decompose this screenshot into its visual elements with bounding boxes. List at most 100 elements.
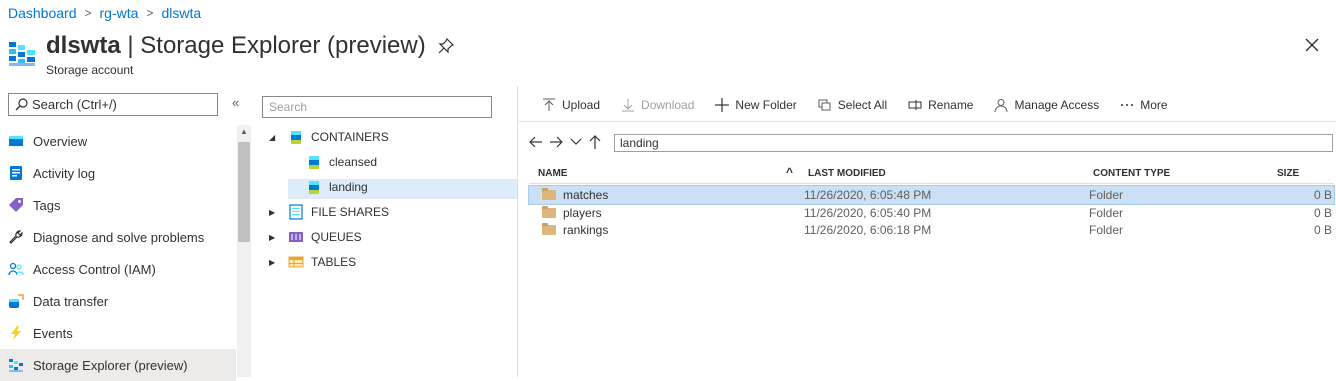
tree-node-label: landing [329, 180, 368, 194]
folder-icon [542, 223, 556, 235]
column-header-last-modified[interactable]: LAST MODIFIED [808, 168, 886, 179]
cell-name: rankings [563, 223, 609, 237]
nav-item-label: Access Control (IAM) [33, 261, 156, 277]
collapse-nav-button[interactable]: « [232, 95, 239, 110]
column-header-content-type[interactable]: CONTENT TYPE [1093, 168, 1170, 179]
queues-icon [289, 232, 303, 242]
blade-title: Storage Explorer (preview) [140, 32, 426, 59]
table-row[interactable]: players 11/26/2020, 6:05:40 PM Folder 0 … [529, 204, 1334, 222]
storage-account-icon [9, 42, 35, 66]
nav-item-label: Data transfer [33, 293, 109, 309]
more-button[interactable]: More [1120, 98, 1168, 112]
cell-type: Folder [1089, 188, 1124, 202]
column-header-name[interactable]: NAME [538, 168, 567, 179]
nav-item-events[interactable]: Events [0, 317, 236, 349]
container-icon [309, 156, 319, 169]
breadcrumb-separator: > [146, 6, 154, 20]
tree-node-queues[interactable]: ▶ QUEUES [269, 226, 362, 248]
expanded-arrow-icon[interactable]: ◢ [269, 133, 279, 142]
upload-icon [543, 98, 555, 111]
resource-name: dlswta [46, 32, 121, 59]
ellipsis-icon [1121, 104, 1134, 106]
manage-access-button[interactable]: Manage Access [994, 98, 1099, 112]
tree-node-tables[interactable]: ▶ TABLES [269, 251, 356, 273]
pin-icon[interactable] [438, 38, 454, 54]
data-transfer-icon [9, 294, 24, 308]
nav-item-storage-explorer[interactable]: Storage Explorer (preview) [0, 349, 236, 381]
person-icon [994, 99, 1008, 112]
sort-ascending-icon[interactable]: ^ [786, 165, 793, 179]
tree-node-landing[interactable]: landing [306, 176, 368, 198]
manage-access-label: Manage Access [1014, 98, 1100, 112]
table-row[interactable]: matches 11/26/2020, 6:05:48 PM Folder 0 … [528, 185, 1335, 205]
toolbar: Upload Download New Folder Select All Re… [542, 96, 1189, 114]
tree-node-file-shares[interactable]: ▶ FILE SHARES [269, 201, 389, 223]
tree-node-label: cleansed [329, 155, 378, 169]
tree-node-cleansed[interactable]: cleansed [306, 151, 377, 173]
collapsed-arrow-icon[interactable]: ▶ [269, 208, 279, 217]
collapsed-arrow-icon[interactable]: ▶ [269, 233, 279, 242]
rename-label: Rename [928, 98, 974, 112]
breadcrumb-dashboard[interactable]: Dashboard [8, 5, 77, 21]
forward-arrow-icon[interactable] [549, 134, 563, 150]
tree-search-input[interactable]: Search [262, 96, 492, 118]
download-button[interactable]: Download [621, 98, 694, 112]
breadcrumb-resource-group[interactable]: rg-wta [100, 5, 139, 21]
search-icon [15, 98, 28, 111]
toolbar-divider [519, 121, 1336, 122]
cell-modified: 11/26/2020, 6:05:48 PM [804, 188, 932, 202]
nav-item-overview[interactable]: Overview [0, 125, 236, 157]
header-divider [529, 183, 1334, 184]
cell-name: players [563, 206, 602, 220]
download-icon [622, 99, 635, 112]
resource-type-subtitle: Storage account [46, 63, 134, 77]
folder-icon [542, 206, 556, 218]
upload-label: Upload [562, 98, 601, 112]
dropdown-arrow-icon[interactable] [569, 134, 583, 150]
breadcrumb-storage-account[interactable]: dlswta [161, 5, 201, 21]
table-row[interactable]: rankings 11/26/2020, 6:06:18 PM Folder 0… [529, 221, 1334, 239]
new-folder-button[interactable]: New Folder [715, 98, 797, 112]
up-arrow-icon[interactable] [589, 134, 601, 150]
select-all-icon [818, 99, 831, 111]
cell-size: 0 B [1313, 206, 1332, 220]
cell-type: Folder [1089, 206, 1124, 220]
cell-size: 0 B [1313, 188, 1332, 202]
overview-icon [9, 136, 23, 146]
nav-menu: Overview Activity log Tags Diagnose and … [0, 125, 236, 381]
panel-divider [517, 86, 518, 377]
upload-button[interactable]: Upload [542, 98, 600, 112]
container-icon [309, 181, 319, 194]
back-arrow-icon[interactable] [529, 134, 543, 150]
storage-explorer-icon [9, 359, 23, 372]
wrench-icon [9, 230, 23, 244]
nav-scrollbar-thumb[interactable] [238, 142, 250, 242]
tree-node-label: QUEUES [311, 230, 362, 244]
address-bar[interactable]: landing [614, 134, 1333, 152]
close-icon[interactable] [1304, 37, 1320, 53]
nav-item-activity-log[interactable]: Activity log [0, 157, 236, 189]
tag-icon [9, 198, 23, 212]
nav-search-input[interactable]: Search (Ctrl+/) [8, 93, 218, 116]
nav-item-tags[interactable]: Tags [0, 189, 236, 221]
cell-size: 0 B [1313, 223, 1332, 237]
tree-node-containers[interactable]: ◢ CONTAINERS [269, 126, 389, 148]
tree-node-label: FILE SHARES [311, 205, 390, 219]
rename-button[interactable]: Rename [908, 98, 973, 112]
title-separator: | [120, 32, 141, 59]
cell-modified: 11/26/2020, 6:05:40 PM [804, 206, 932, 220]
scroll-up-arrow-icon[interactable]: ▲ [240, 127, 248, 136]
select-all-button[interactable]: Select All [818, 98, 887, 112]
nav-item-label: Events [33, 325, 73, 341]
column-header-size[interactable]: SIZE [1277, 168, 1299, 179]
nav-item-label: Tags [33, 197, 61, 213]
new-folder-label: New Folder [735, 98, 797, 112]
collapsed-arrow-icon[interactable]: ▶ [269, 258, 279, 267]
tree-node-label: TABLES [311, 255, 357, 269]
nav-item-data-transfer[interactable]: Data transfer [0, 285, 236, 317]
folder-icon [542, 188, 556, 200]
nav-item-iam[interactable]: Access Control (IAM) [0, 253, 236, 285]
download-label: Download [641, 98, 695, 112]
nav-item-label: Overview [33, 133, 88, 149]
nav-item-diagnose[interactable]: Diagnose and solve problems [0, 221, 236, 253]
